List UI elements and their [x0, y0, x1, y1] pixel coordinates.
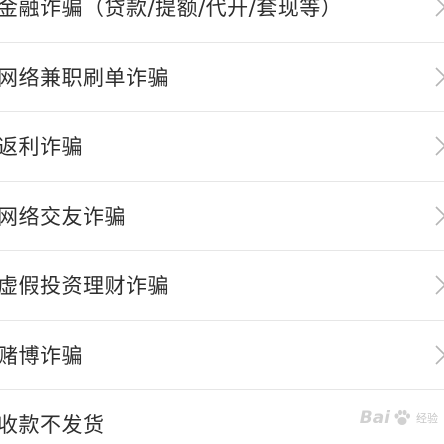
- chevron-right-icon: [434, 65, 444, 89]
- chevron-right-icon: [434, 134, 444, 158]
- paw-icon: [392, 408, 412, 428]
- list-item-online-dating-fraud[interactable]: 网络交友诈骗: [0, 182, 444, 251]
- list-item-label: 虚假投资理财诈骗: [0, 274, 169, 299]
- chevron-right-icon: [434, 204, 444, 228]
- chevron-right-icon: [434, 343, 444, 367]
- chevron-right-icon: [434, 273, 444, 297]
- list-item-rebate-fraud[interactable]: 返利诈骗: [0, 112, 444, 182]
- list-item-label: 返利诈骗: [0, 135, 83, 160]
- list-item-label: 网络兼职刷单诈骗: [0, 65, 169, 90]
- list-item-part-time-order-fraud[interactable]: 网络兼职刷单诈骗: [0, 43, 444, 112]
- list-item-gambling-fraud[interactable]: 赌博诈骗: [0, 321, 444, 390]
- chevron-right-icon: [434, 0, 444, 19]
- list-item-label: 网络交友诈骗: [0, 204, 126, 229]
- list-item-label: 赌博诈骗: [0, 343, 83, 368]
- watermark-text: Bai: [359, 408, 390, 428]
- list-item-investment-fraud[interactable]: 虚假投资理财诈骗: [0, 251, 444, 321]
- baidu-jingyan-watermark: Bai 经验: [360, 408, 438, 428]
- watermark-brand: 经验: [416, 412, 438, 425]
- list-item-label: 金融诈骗（贷款/提额/代开/套现等）: [0, 0, 343, 21]
- list-item-financial-fraud[interactable]: 金融诈骗（贷款/提额/代开/套现等）: [0, 0, 444, 43]
- list-item-label: 收款不发货: [0, 413, 105, 438]
- category-list: 金融诈骗（贷款/提额/代开/套现等） 网络兼职刷单诈骗 返利诈骗 网络交友诈骗 …: [0, 0, 444, 444]
